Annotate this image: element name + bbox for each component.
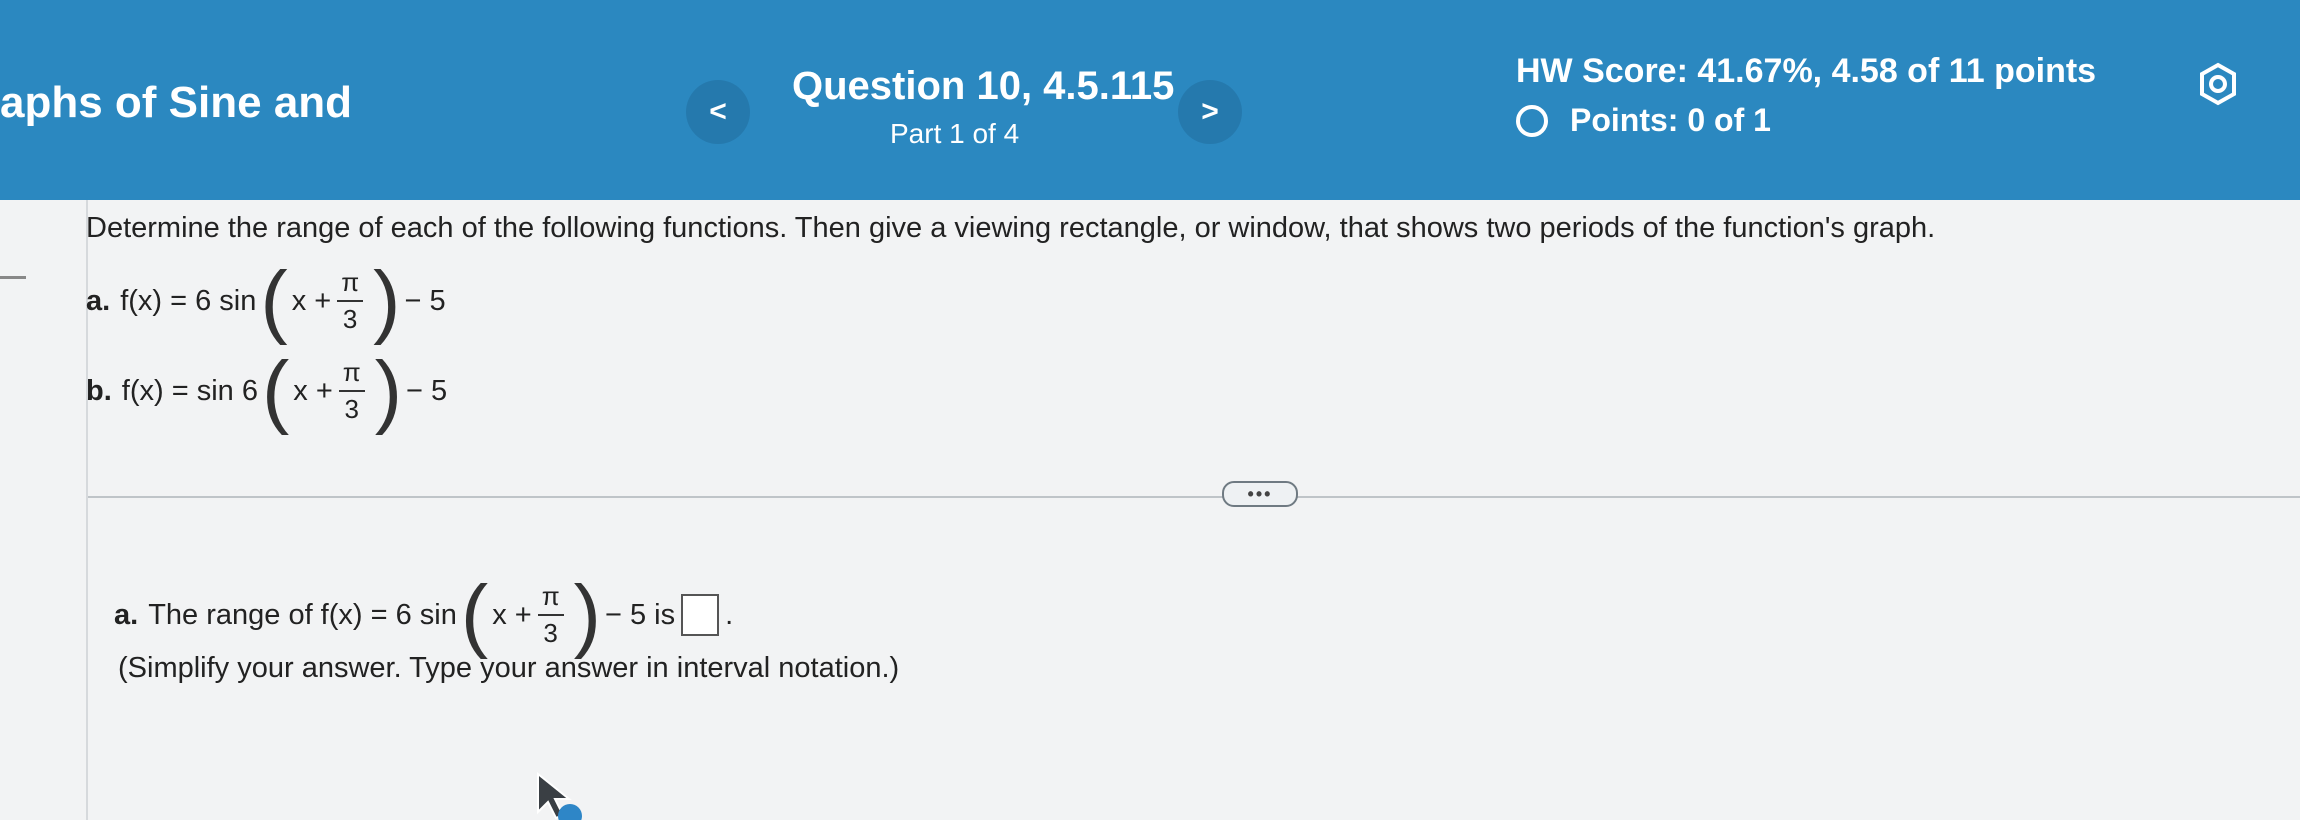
answer-pre: The range of f(x) = 6 sin [148,598,457,631]
hw-score: HW Score: 41.67%, 4.58 of 11 points [1516,52,2097,90]
fraction-numerator: π [337,267,364,302]
question-part: Part 1 of 4 [890,118,1020,149]
question-title: Question 10, 4.5.115 [792,64,1175,108]
function-a-lhs: f(x) = 6 sin [120,284,257,317]
previous-question-button[interactable]: < [686,80,750,144]
function-a-label: a. [86,284,111,317]
answer-label: a. [114,598,139,631]
mouse-cursor-icon [537,772,582,820]
status-circle-icon [1516,104,1548,137]
gear-icon[interactable] [2196,62,2240,106]
function-a: a. f(x) = 6 sin ( x + π 3 ) − 5 [86,260,446,342]
answer-input-box[interactable] [681,594,720,636]
open-paren: ( [460,569,489,660]
course-title: aphs of Sine and [0,78,353,127]
header-bar: aphs of Sine and < Question 10, 4.5.115 … [0,0,2300,200]
chevron-left-icon: < [709,95,727,128]
more-options-button[interactable]: ••• [1222,481,1298,507]
function-b-inner: x + [293,374,333,407]
function-b: b. f(x) = sin 6 ( x + π 3 ) − 5 [86,350,447,432]
section-divider [88,496,2300,498]
fraction: π 3 [337,267,364,335]
answer-statement: a. The range of f(x) = 6 sin ( x + π 3 )… [114,574,733,656]
close-paren: ) [573,569,601,660]
chevron-right-icon: > [1201,95,1219,128]
close-paren: ) [373,255,401,346]
fraction-denominator: 3 [342,304,358,334]
fraction-numerator: π [338,357,365,392]
points-value: Points: 0 of 1 [1570,102,1771,138]
question-prompt: Determine the range of each of the follo… [86,212,1936,244]
fraction-numerator: π [537,581,564,616]
fraction: π 3 [537,581,564,649]
answer-end: . [725,598,734,631]
answer-inner: x + [492,598,532,631]
function-b-lhs: f(x) = sin 6 [121,374,258,407]
open-paren: ( [261,345,290,436]
fraction-denominator: 3 [344,394,359,424]
left-edge-mark [0,276,26,279]
function-b-tail: − 5 [406,374,448,407]
function-b-label: b. [86,374,112,407]
close-paren: ) [374,345,403,436]
fraction: π 3 [338,357,365,425]
answer-hint: (Simplify your answer. Type your answer … [118,652,900,684]
next-question-button[interactable]: > [1178,80,1242,144]
fraction-denominator: 3 [543,618,558,648]
answer-post: − 5 is [604,598,676,631]
function-a-inner: x + [291,284,332,317]
function-a-tail: − 5 [404,284,446,317]
open-paren: ( [260,255,288,346]
points-row: Points: 0 of 1 [1516,102,1771,139]
